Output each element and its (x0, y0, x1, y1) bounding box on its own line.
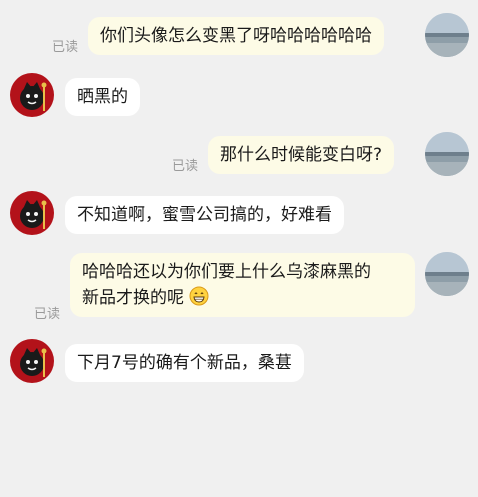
contact-avatar[interactable] (10, 191, 54, 235)
message-bubble-received[interactable]: 晒黑的 (65, 78, 140, 116)
message-text: 晒黑的 (77, 87, 128, 107)
read-receipt: 已读 (172, 159, 199, 174)
my-avatar[interactable] (425, 13, 469, 57)
contact-avatar[interactable] (10, 339, 54, 383)
message-bubble-received[interactable]: 下月7号的确有个新品，桑葚 (65, 344, 304, 382)
chat-thread: 已读 你们头像怎么变黑了呀哈哈哈哈哈哈 晒黑的 已读 那什么时候能变白呀? 不知… (0, 0, 478, 497)
read-receipt: 已读 (34, 307, 61, 322)
message-bubble-received[interactable]: 不知道啊，蜜雪公司搞的，好难看 (65, 196, 344, 234)
grinning-emoji-icon (189, 286, 209, 306)
my-avatar[interactable] (425, 132, 469, 176)
my-avatar[interactable] (425, 252, 469, 296)
message-bubble-sent[interactable]: 那什么时候能变白呀? (208, 136, 395, 174)
message-text: 下月7号的确有个新品，桑葚 (77, 353, 292, 373)
message-bubble-sent[interactable]: 哈哈哈还以为你们要上什么乌漆麻黑的 新品才换的呢 (70, 253, 415, 317)
read-receipt: 已读 (52, 40, 79, 55)
message-text: 不知道啊，蜜雪公司搞的，好难看 (77, 205, 332, 225)
message-text: 你们头像怎么变黑了呀哈哈哈哈哈哈 (100, 26, 372, 46)
message-text: 那什么时候能变白呀? (220, 145, 383, 165)
message-bubble-sent[interactable]: 你们头像怎么变黑了呀哈哈哈哈哈哈 (88, 17, 384, 55)
message-text-line1: 哈哈哈还以为你们要上什么乌漆麻黑的 (82, 262, 371, 282)
contact-avatar[interactable] (10, 73, 54, 117)
message-text-line2: 新品才换的呢 (82, 288, 184, 308)
